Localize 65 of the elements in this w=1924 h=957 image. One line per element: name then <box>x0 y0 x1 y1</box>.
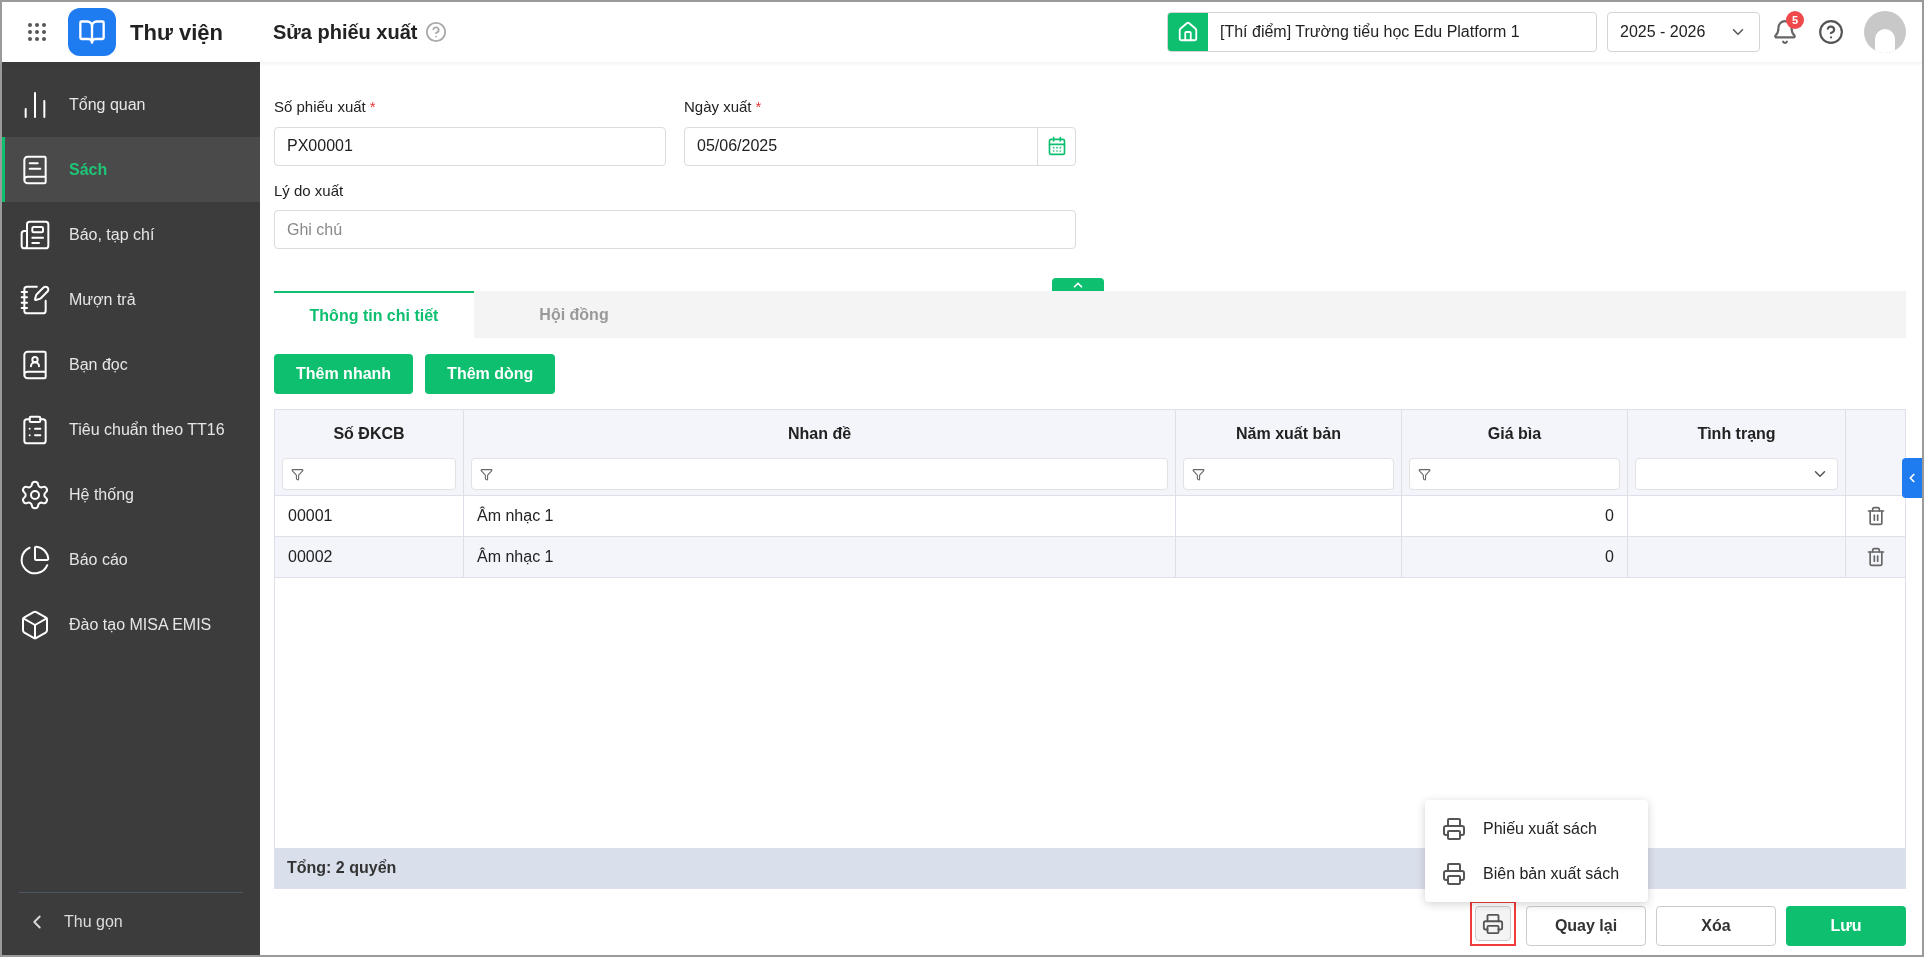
action-button[interactable]: Quay lại <box>1526 906 1646 946</box>
action-button[interactable]: Xóa <box>1656 906 1776 946</box>
collapse-button[interactable]: Thu gọn <box>2 893 260 951</box>
newspaper-icon <box>19 218 51 251</box>
filter-icon <box>480 467 493 481</box>
table-cell-text: Âm nhạc 1 <box>477 505 554 526</box>
table-row[interactable]: 00001 Âm nhạc 1 0 <box>275 496 1905 537</box>
sidebar-item[interactable]: Bạn đọc <box>2 332 260 397</box>
sidebar-item[interactable]: Đào tạo MISA EMIS <box>2 592 260 657</box>
sidebar-item[interactable]: Hệ thống <box>2 462 260 527</box>
printer-icon <box>1482 912 1504 935</box>
settings-icon <box>19 478 51 511</box>
filter-icon <box>291 467 304 481</box>
table-cell-text: 00002 <box>288 547 333 567</box>
column-header: Năm xuất bản <box>1235 424 1342 444</box>
sidebar-item[interactable]: Tổng quan <box>2 72 260 137</box>
table-row[interactable]: 00002 Âm nhạc 1 0 <box>275 537 1905 578</box>
field-label: Số phiếu xuất * <box>274 97 377 117</box>
field-label: Ngày xuất * <box>684 97 763 117</box>
column-header: Tình trạng <box>1696 424 1777 444</box>
school-selector[interactable]: [Thí điểm] Trường tiểu học Edu Platform 1 <box>1167 12 1597 52</box>
column-header: Giá bìa <box>1486 424 1543 444</box>
printer-icon <box>1442 816 1466 841</box>
calendar-icon[interactable] <box>1046 136 1067 156</box>
filter-select[interactable] <box>1635 458 1838 490</box>
sidebar-item[interactable]: Báo cáo <box>2 527 260 592</box>
sidebar-item[interactable]: Sách <box>2 137 260 202</box>
sidebar-item[interactable]: Báo, tạp chí <box>2 202 260 267</box>
filter-field[interactable] <box>282 458 456 490</box>
input-field[interactable]: PX00001 <box>274 126 666 166</box>
filter-field[interactable] <box>1183 458 1394 490</box>
notification-count: 5 <box>1786 11 1804 29</box>
filter-icon <box>1192 467 1205 481</box>
app-logo-icon <box>68 8 116 56</box>
table-cell-text: 0 <box>1605 547 1614 567</box>
print-button[interactable] <box>1470 901 1516 946</box>
delete-icon[interactable] <box>1865 547 1886 567</box>
app-title: Thư viện <box>130 18 223 47</box>
table-cell-text: Âm nhạc 1 <box>477 546 554 567</box>
date-field[interactable]: 05/06/2025 <box>684 126 1076 166</box>
filter-icon <box>1418 467 1431 481</box>
sidebar-item[interactable]: Tiêu chuẩn theo TT16 <box>2 397 260 462</box>
side-panel-toggle[interactable] <box>1902 458 1922 498</box>
filter-field[interactable] <box>1409 458 1620 490</box>
table-cell-text: 00001 <box>288 506 333 526</box>
reason-field[interactable]: Ghi chú <box>274 210 1076 249</box>
collapse-form-toggle[interactable] <box>1052 278 1104 291</box>
field-label: Lý do xuất <box>274 180 345 201</box>
print-menu-item[interactable]: Phiếu xuất sách <box>1425 806 1648 851</box>
home-icon <box>1168 13 1208 51</box>
avatar[interactable] <box>1864 11 1906 53</box>
sidebar-item[interactable]: Mượn trả <box>2 267 260 332</box>
school-year-select[interactable]: 2025 - 2026 <box>1607 12 1760 52</box>
pie-chart-icon <box>19 543 51 576</box>
printer-icon <box>1442 861 1466 886</box>
notebook-icon <box>19 283 51 316</box>
print-menu-item[interactable]: Biên bản xuất sách <box>1425 851 1648 896</box>
help-icon[interactable] <box>1818 19 1844 45</box>
cube-icon <box>19 608 51 641</box>
column-header: Nhan đề <box>786 424 853 444</box>
table-cell-text: 0 <box>1605 506 1614 526</box>
page-title: Sửa phiếu xuất <box>272 20 418 45</box>
filter-field[interactable] <box>471 458 1168 490</box>
delete-icon[interactable] <box>1865 506 1886 526</box>
column-header: Số ĐKCB <box>332 424 406 444</box>
